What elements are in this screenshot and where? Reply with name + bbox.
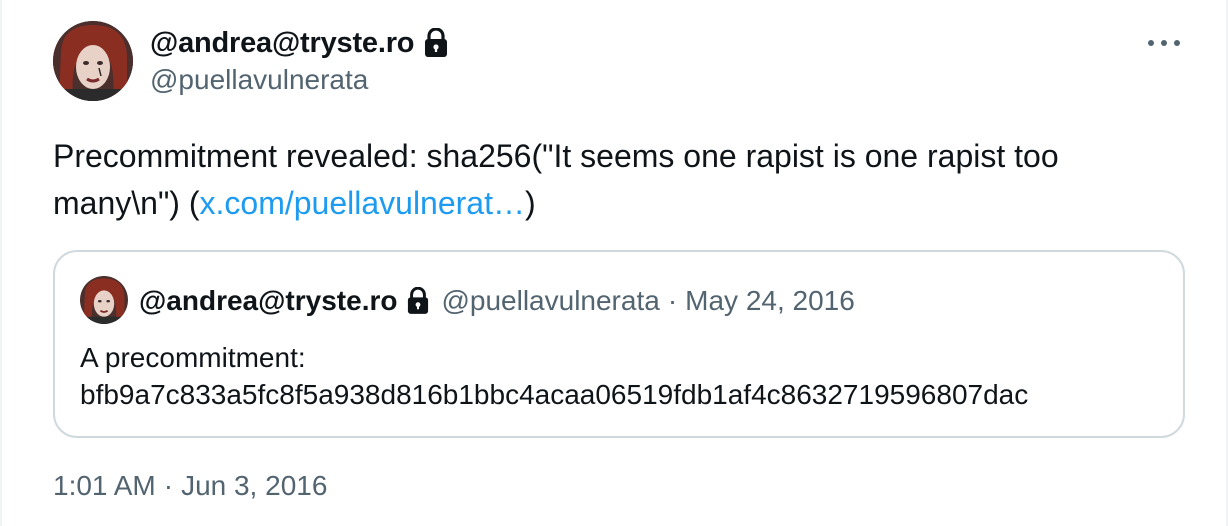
tweet-time: 1:01 AM	[53, 470, 156, 501]
quoted-tweet[interactable]: @andrea@tryste.ro @puellavulnerata · May…	[53, 250, 1185, 438]
author-display-name[interactable]: @andrea@tryste.ro	[150, 27, 415, 60]
more-horizontal-icon	[1147, 34, 1181, 52]
author-name-row: @andrea@tryste.ro	[150, 24, 448, 62]
tweet-timestamp[interactable]: 1:01 AM · Jun 3, 2016	[53, 470, 327, 502]
quoted-display-name[interactable]: @andrea@tryste.ro	[139, 285, 397, 317]
quoted-author-avatar[interactable]	[80, 276, 128, 324]
quoted-text-line-1: A precommitment:	[80, 342, 306, 373]
tweet-date: Jun 3, 2016	[181, 470, 328, 501]
quoted-header: @andrea@tryste.ro @puellavulnerata · May…	[139, 282, 855, 320]
quoted-separator: ·	[667, 285, 678, 316]
tweet-text: Precommitment revealed: sha256("It seems…	[53, 133, 1183, 227]
timestamp-separator: ·	[163, 470, 174, 501]
tweet-card: @andrea@tryste.ro @puellavulnerata Preco…	[0, 0, 1228, 526]
quoted-date[interactable]: May 24, 2016	[685, 285, 855, 317]
tweet-link[interactable]: x.com/puellavulnerat…	[200, 185, 525, 221]
quoted-handle[interactable]: @puellavulnerata	[441, 285, 659, 317]
lock-icon	[424, 27, 448, 58]
author-avatar[interactable]	[53, 21, 133, 101]
quoted-text-line-2: bfb9a7c833a5fc8f5a938d816b1bbc4acaa06519…	[80, 379, 1029, 410]
more-options-button[interactable]	[1142, 30, 1186, 56]
author-handle[interactable]: @puellavulnerata	[150, 64, 368, 96]
tweet-text-end: )	[524, 185, 536, 221]
quoted-lock-icon	[407, 286, 429, 315]
quoted-text: A precommitment: bfb9a7c833a5fc8f5a938d8…	[80, 339, 1160, 413]
